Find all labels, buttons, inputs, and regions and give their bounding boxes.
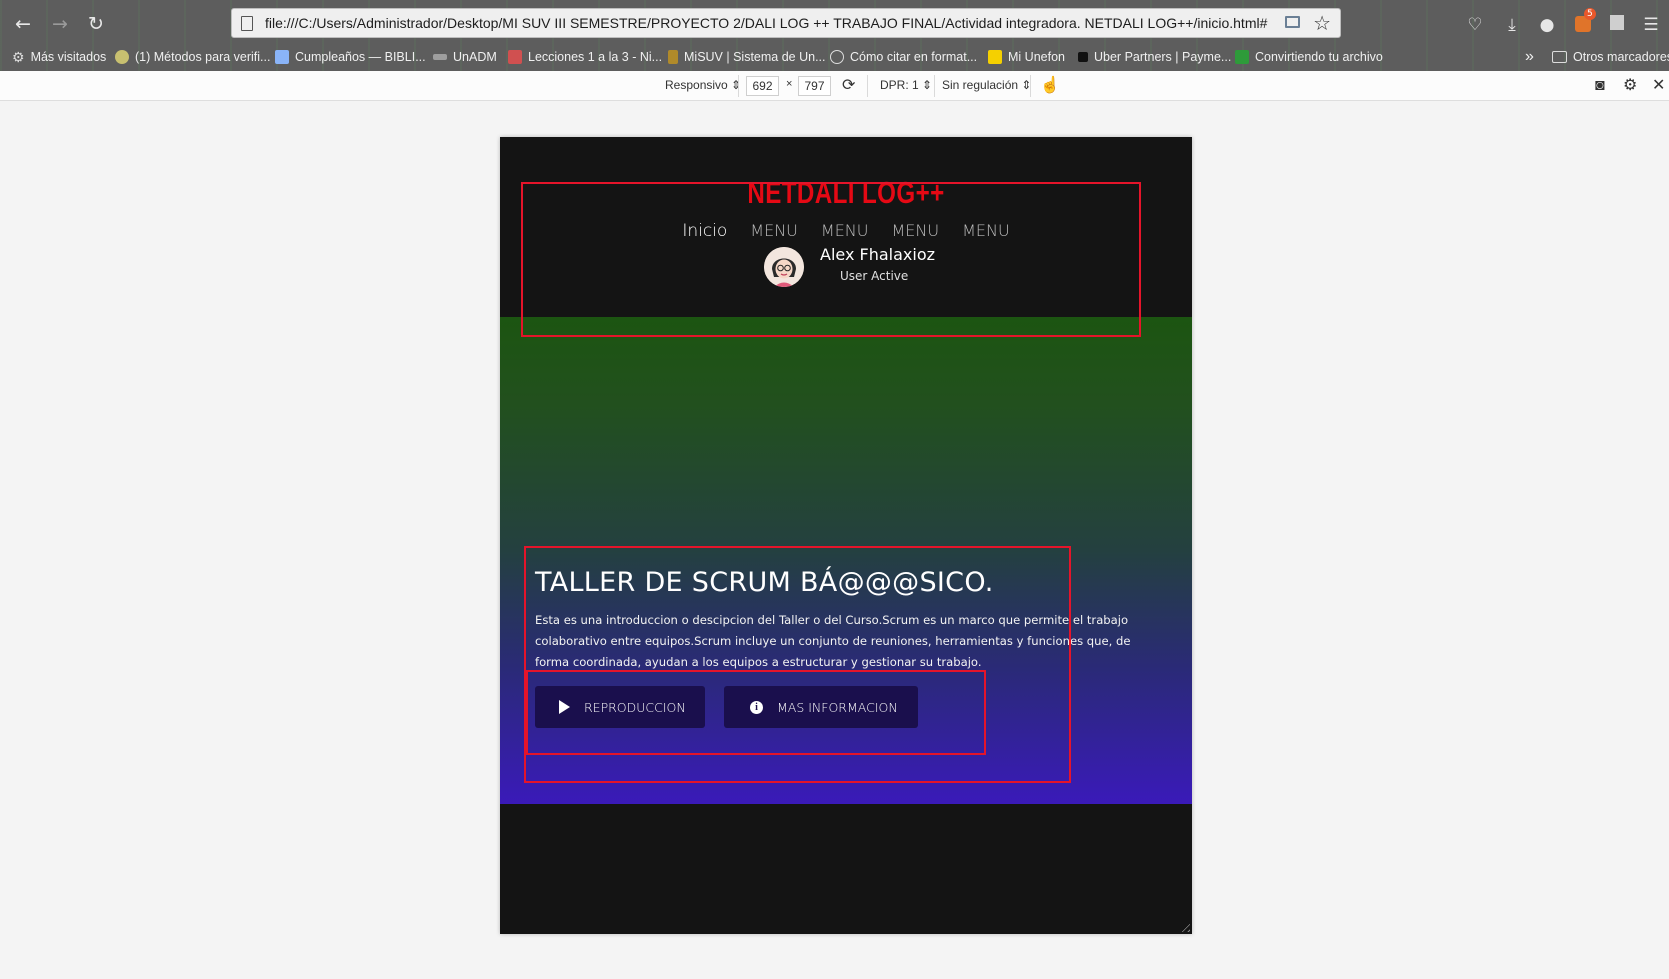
- site-logo[interactable]: NETDALI LOG++: [576, 175, 1116, 211]
- bookmark-item[interactable]: MiSUV | Sistema de Un...: [668, 47, 826, 67]
- bookmark-item[interactable]: Convirtiendo tu archivo: [1235, 47, 1383, 67]
- nav-item-menu[interactable]: MENU: [962, 221, 1010, 241]
- dimension-separator: ×: [786, 78, 793, 90]
- dpr-selector[interactable]: DPR: 1 ⇕: [880, 78, 932, 92]
- bookmarks-overflow-icon[interactable]: »: [1525, 47, 1534, 67]
- avatar-illustration-icon: [764, 247, 804, 287]
- more-info-button[interactable]: i MAS INFORMACION: [724, 686, 918, 728]
- hero-title: TALLER DE SCRUM BÁ@@@SICO.: [535, 567, 994, 598]
- gear-icon: ⚙: [12, 49, 25, 65]
- page-footer-area: [500, 804, 1192, 934]
- download-icon[interactable]: ⤓: [1501, 14, 1523, 36]
- close-icon[interactable]: ✕: [1652, 76, 1665, 96]
- more-info-button-label: MAS INFORMACION: [777, 699, 898, 715]
- avatar: [764, 247, 804, 287]
- excel-icon: [1235, 50, 1249, 64]
- bookmark-favicon-icon: [508, 50, 522, 64]
- bookmark-item[interactable]: ⚙ Más visitados: [12, 47, 106, 67]
- hero-description: Esta es una introduccion o descipcion de…: [535, 613, 1131, 669]
- browser-toolbar: ← → ↻ file:///C:/Users/Administrador/Des…: [0, 4, 1669, 42]
- info-icon: i: [750, 700, 763, 714]
- page-icon: [241, 16, 253, 31]
- touch-simulation-icon[interactable]: ☝: [1040, 76, 1060, 96]
- emulated-viewport: NETDALI LOG++ Inicio MENU MENU MENU MENU: [500, 137, 1192, 934]
- bookmark-star-icon[interactable]: ☆: [1313, 11, 1331, 35]
- badge-count: 5: [1584, 8, 1596, 20]
- user-status: User Active: [840, 269, 909, 283]
- bookmark-favicon-icon: [275, 50, 289, 64]
- reader-view-icon[interactable]: [1285, 16, 1300, 28]
- play-button[interactable]: REPRODUCCION: [535, 686, 705, 728]
- viewport-height-input[interactable]: 797: [798, 76, 831, 96]
- bookmark-favicon-icon: [668, 50, 678, 64]
- hamburger-menu-icon[interactable]: ☰: [1640, 14, 1662, 36]
- bookmark-item[interactable]: UnADM: [433, 47, 497, 67]
- bookmark-favicon-icon: [115, 50, 129, 64]
- nav-item-menu[interactable]: MENU: [821, 221, 869, 241]
- site-header: NETDALI LOG++ Inicio MENU MENU MENU MENU: [500, 137, 1192, 317]
- settings-gear-icon[interactable]: ⚙: [1623, 76, 1637, 96]
- sidebar-toggle-icon[interactable]: [1606, 14, 1628, 36]
- rotate-viewport-icon[interactable]: ⟳: [842, 76, 855, 96]
- bookmark-item[interactable]: Cómo citar en format...: [830, 47, 977, 67]
- uber-icon: [1078, 52, 1088, 62]
- globe-icon: [830, 50, 844, 64]
- other-bookmarks[interactable]: Otros marcadores: [1552, 47, 1669, 67]
- extension-icon[interactable]: ●: [1536, 14, 1558, 36]
- nav-item-inicio[interactable]: Inicio: [682, 221, 727, 241]
- user-profile[interactable]: Alex Fhalaxioz User Active: [764, 243, 944, 289]
- notification-extension-icon[interactable]: 5: [1572, 8, 1596, 36]
- hero-banner: TALLER DE SCRUM BÁ@@@SICO. Esta es una i…: [500, 317, 1192, 804]
- address-bar[interactable]: file:///C:/Users/Administrador/Desktop/M…: [231, 8, 1341, 38]
- bookmark-item[interactable]: Cumpleaños — BIBLI...: [275, 47, 426, 67]
- folder-icon: [1552, 51, 1567, 63]
- bookmark-favicon-icon: [433, 54, 447, 60]
- bookmark-item[interactable]: (1) Métodos para verifi...: [115, 47, 270, 67]
- bookmarks-bar: ⚙ Más visitados (1) Métodos para verifi.…: [0, 44, 1669, 70]
- device-selector[interactable]: Responsivo ⇕: [665, 78, 741, 92]
- unefon-icon: [988, 50, 1002, 64]
- reload-icon[interactable]: ↻: [84, 12, 108, 36]
- forward-arrow-icon[interactable]: →: [48, 12, 72, 36]
- play-button-label: REPRODUCCION: [584, 699, 686, 715]
- play-icon: [559, 700, 570, 714]
- nav-item-menu[interactable]: MENU: [750, 221, 798, 241]
- nav-item-menu[interactable]: MENU: [891, 221, 939, 241]
- screenshot-camera-icon[interactable]: ◙: [1595, 76, 1605, 96]
- throttling-selector[interactable]: Sin regulación ⇕: [942, 78, 1031, 92]
- browser-chrome: ← → ↻ file:///C:/Users/Administrador/Des…: [0, 0, 1669, 71]
- pocket-icon[interactable]: ♡: [1464, 14, 1486, 36]
- viewport-width-input[interactable]: 692: [746, 76, 779, 96]
- address-url: file:///C:/Users/Administrador/Desktop/M…: [265, 15, 1268, 31]
- responsive-design-toolbar: Responsivo ⇕ 692 × 797 ⟳ DPR: 1 ⇕ Sin re…: [0, 71, 1669, 101]
- user-name: Alex Fhalaxioz: [820, 245, 936, 264]
- back-arrow-icon[interactable]: ←: [11, 12, 35, 36]
- bookmark-item[interactable]: Mi Unefon: [988, 47, 1065, 67]
- bookmark-item[interactable]: Uber Partners | Payme...: [1078, 47, 1231, 67]
- main-navigation: Inicio MENU MENU MENU MENU: [500, 221, 1192, 241]
- bookmark-item[interactable]: Lecciones 1 a la 3 - Ni...: [508, 47, 662, 67]
